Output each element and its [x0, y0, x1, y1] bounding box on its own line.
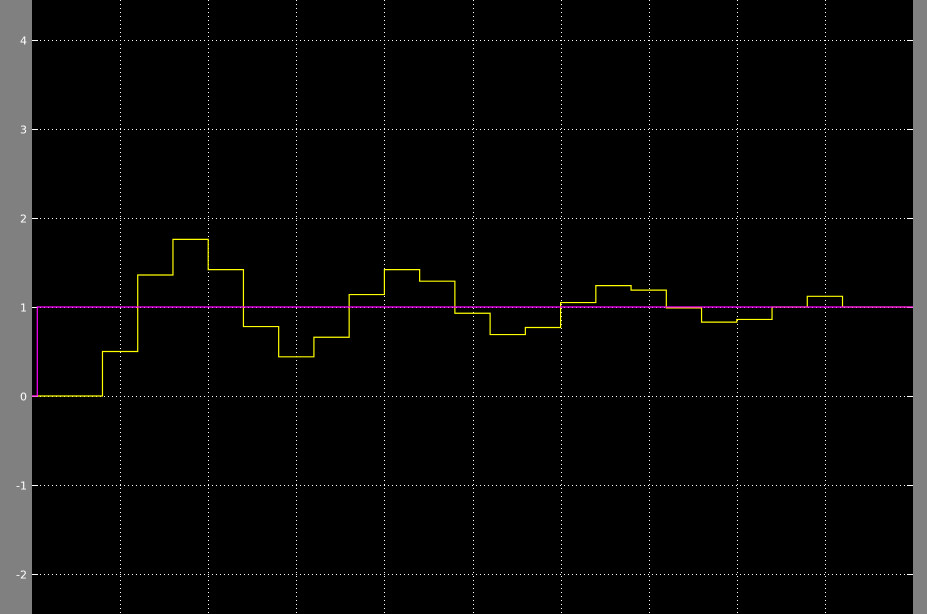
- y-tick-label: -1: [16, 480, 27, 493]
- y-tick-label: 1: [20, 302, 27, 315]
- y-tick-label: 2: [20, 213, 27, 226]
- y-tick-label: -2: [16, 569, 27, 582]
- y-tick-label: 4: [20, 35, 27, 48]
- y-tick-label: 0: [20, 391, 27, 404]
- scope-window: -2 -1 0 1 2 3 4: [0, 0, 927, 614]
- scope-plot: -2 -1 0 1 2 3 4: [16, 0, 913, 614]
- y-tick-label: 3: [20, 124, 27, 137]
